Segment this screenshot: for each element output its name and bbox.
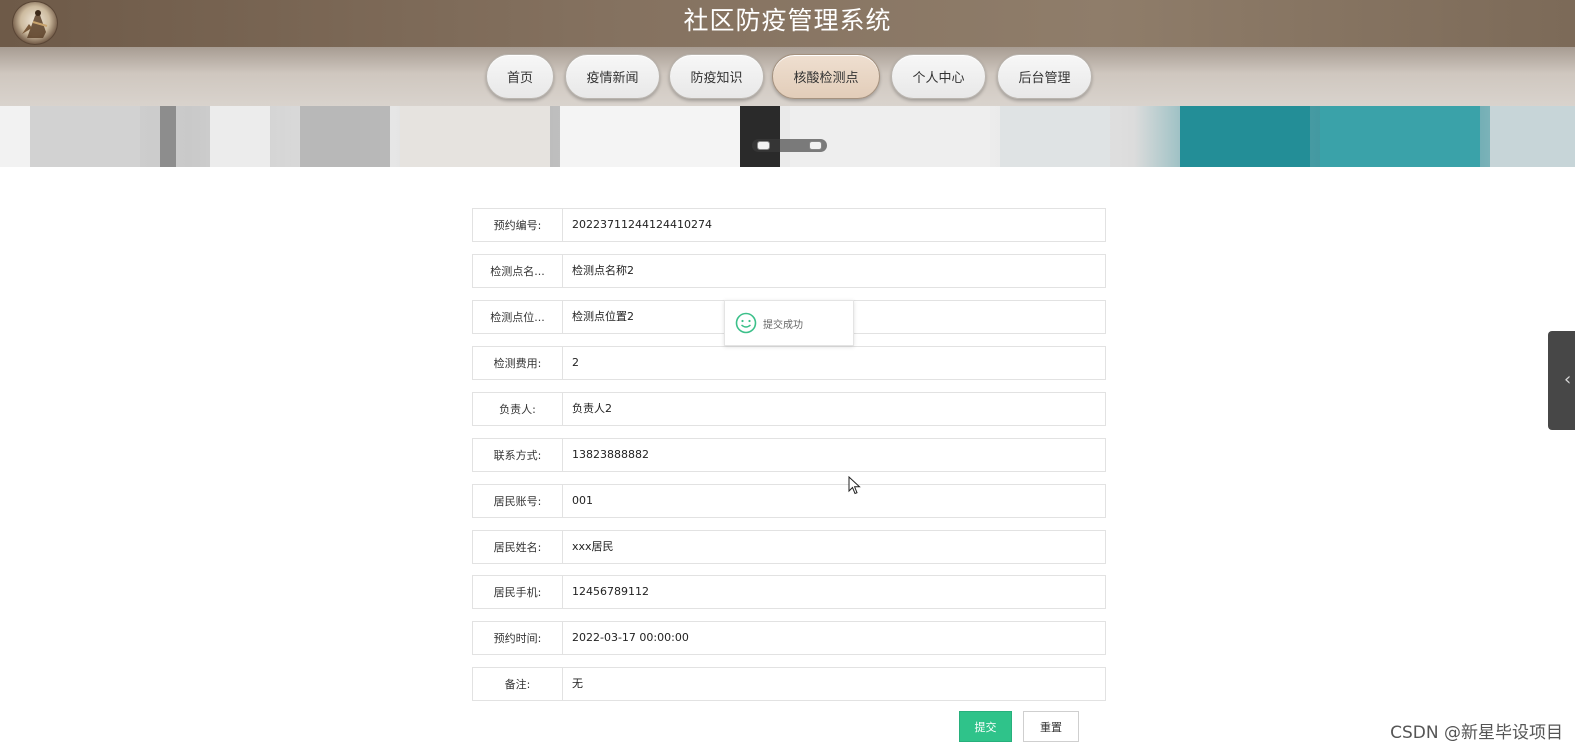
- mouse-cursor-icon: [848, 476, 861, 495]
- form-row-resident-phone: 居民手机: 12456789112: [472, 575, 1106, 609]
- chevron-left-icon: ‹: [1564, 369, 1572, 390]
- site-title: 社区防疫管理系统: [683, 6, 892, 35]
- carousel-dot[interactable]: [757, 141, 770, 150]
- nav-prevention-knowledge[interactable]: 防疫知识: [669, 54, 764, 99]
- nav-personal-center[interactable]: 个人中心: [891, 54, 986, 99]
- resident-account-field[interactable]: 001: [563, 484, 1106, 518]
- remarks-field[interactable]: 无: [563, 667, 1106, 701]
- form-label: 检测点名...: [472, 254, 563, 288]
- appointment-time-field[interactable]: 2022-03-17 00:00:00: [563, 621, 1106, 655]
- form-label: 居民账号:: [472, 484, 563, 518]
- side-panel-toggle[interactable]: ‹: [1548, 331, 1575, 430]
- main-nav: 首页 疫情新闻 防疫知识 核酸检测点 个人中心 后台管理: [0, 47, 1575, 106]
- form-row-person-in-charge: 负责人: 负责人2: [472, 392, 1106, 426]
- form-label: 居民姓名:: [472, 530, 563, 564]
- form-label: 联系方式:: [472, 438, 563, 472]
- fee-field[interactable]: 2: [563, 346, 1106, 380]
- form-label: 居民手机:: [472, 575, 563, 609]
- nav-home[interactable]: 首页: [486, 54, 554, 99]
- form-row-appointment-time: 预约时间: 2022-03-17 00:00:00: [472, 621, 1106, 655]
- carousel-dot[interactable]: [809, 141, 822, 150]
- header-bar: 社区防疫管理系统: [0, 0, 1575, 47]
- form-label: 预约时间:: [472, 621, 563, 655]
- nav-epidemic-news[interactable]: 疫情新闻: [565, 54, 660, 99]
- form-row-resident-name: 居民姓名: xxx居民: [472, 530, 1106, 564]
- person-in-charge-field[interactable]: 负责人2: [563, 392, 1106, 426]
- watermark-text: CSDN @新星毕设项目: [1390, 723, 1563, 743]
- form-label: 负责人:: [472, 392, 563, 426]
- form-label: 检测点位...: [472, 300, 563, 334]
- success-toast: 提交成功: [724, 300, 854, 346]
- form-row-appointment-no: 预约编号: 20223711244124410274: [472, 208, 1106, 242]
- toast-message: 提交成功: [763, 319, 803, 331]
- smile-icon: [735, 312, 757, 334]
- appointment-no-field[interactable]: 20223711244124410274: [563, 208, 1106, 242]
- form-row-contact: 联系方式: 13823888882: [472, 438, 1106, 472]
- form-row-resident-account: 居民账号: 001: [472, 484, 1106, 518]
- form-row-site-name: 检测点名... 检测点名称2: [472, 254, 1106, 288]
- site-name-field[interactable]: 检测点名称2: [563, 254, 1106, 288]
- form-label: 预约编号:: [472, 208, 563, 242]
- nav-admin[interactable]: 后台管理: [997, 54, 1092, 99]
- banner-image: [0, 106, 1575, 167]
- form-label: 检测费用:: [472, 346, 563, 380]
- nav-testing-sites[interactable]: 核酸检测点: [772, 54, 880, 99]
- form-row-remarks: 备注: 无: [472, 667, 1106, 701]
- resident-phone-field[interactable]: 12456789112: [563, 575, 1106, 609]
- contact-field[interactable]: 13823888882: [563, 438, 1106, 472]
- form-row-fee: 检测费用: 2: [472, 346, 1106, 380]
- resident-name-field[interactable]: xxx居民: [563, 530, 1106, 564]
- reset-button[interactable]: 重置: [1023, 711, 1079, 742]
- submit-button[interactable]: 提交: [959, 711, 1012, 742]
- form-label: 备注:: [472, 667, 563, 701]
